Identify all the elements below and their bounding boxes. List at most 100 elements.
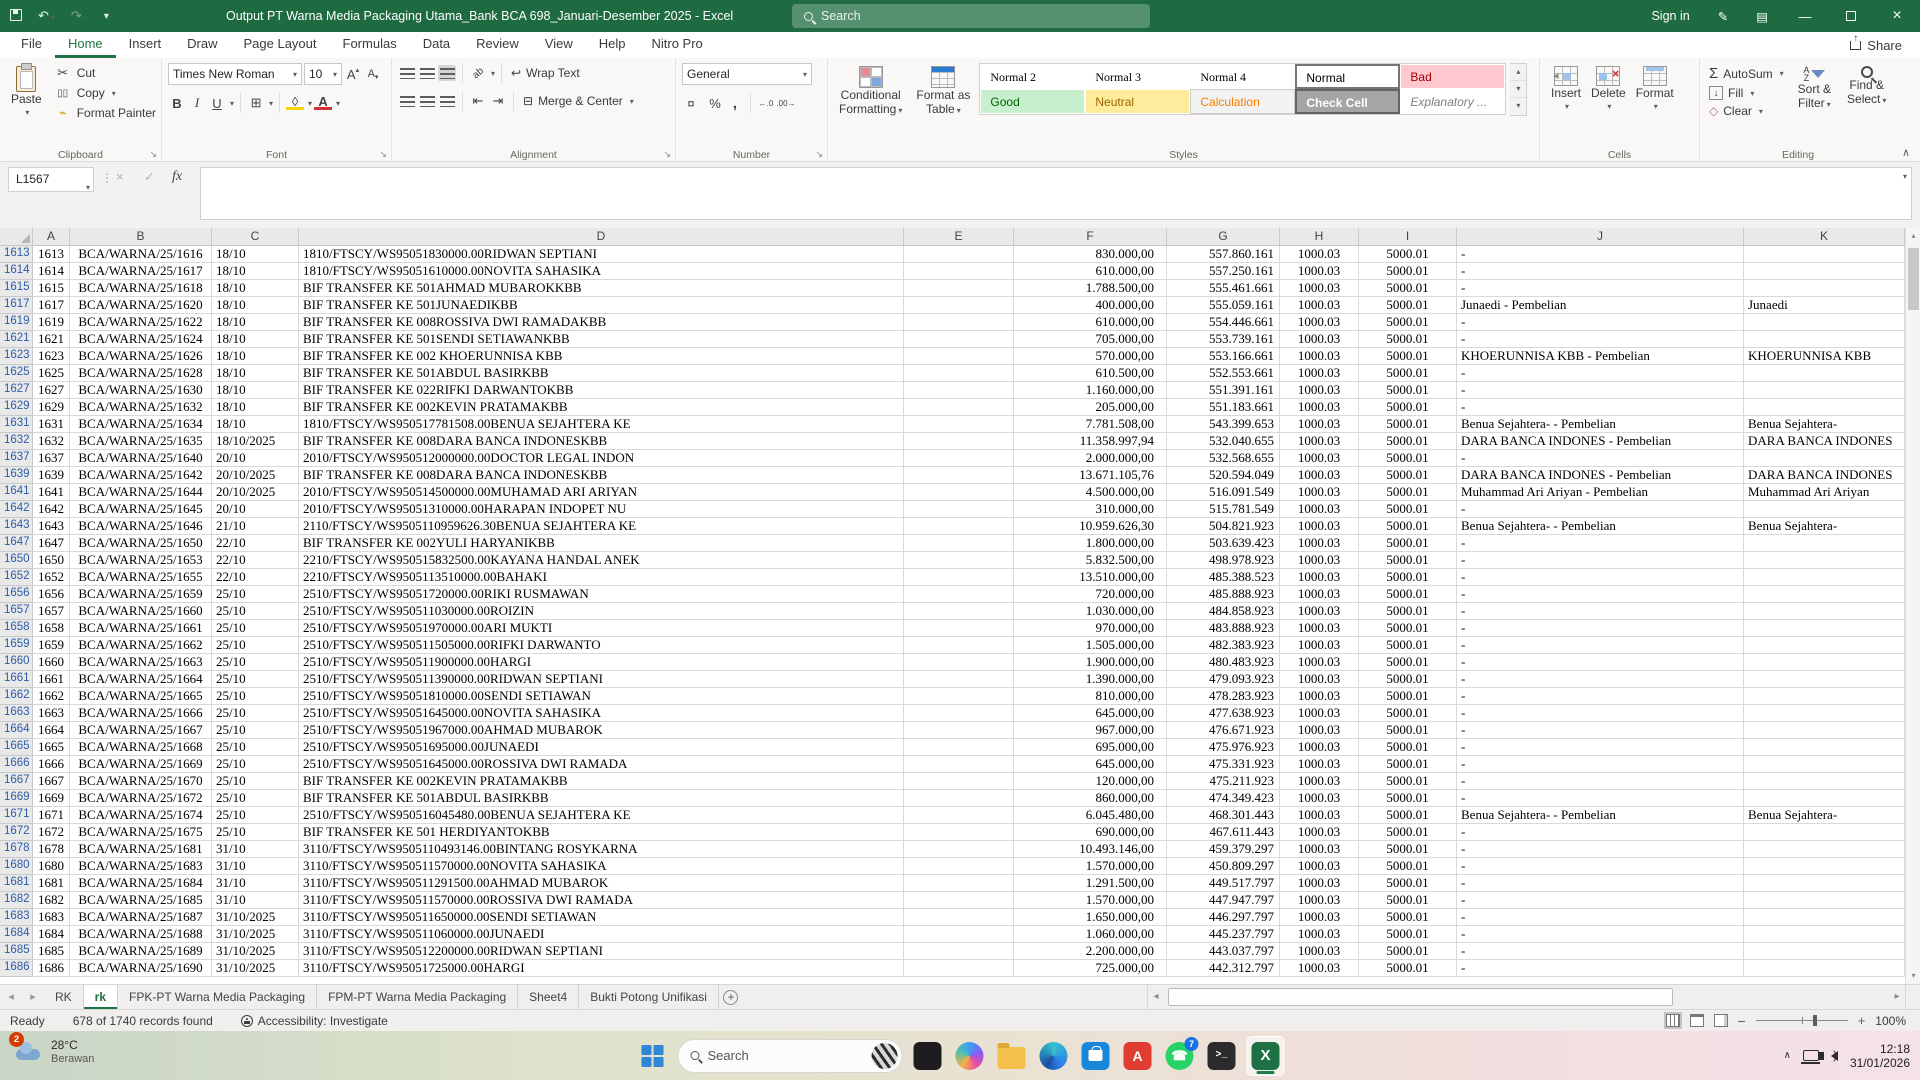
row-header-1647[interactable]: 1647: [0, 535, 33, 552]
cell-D1671[interactable]: 2510/FTSCY/WS950516045480.00BENUA SEJAHT…: [299, 807, 904, 824]
row-header-1627[interactable]: 1627: [0, 382, 33, 399]
cell-K1686[interactable]: [1744, 960, 1905, 977]
cell-C1666[interactable]: 25/10: [212, 756, 299, 773]
cell-G1657[interactable]: 484.858.923: [1167, 603, 1280, 620]
cell-style-bad[interactable]: Bad: [1400, 64, 1505, 89]
taskbar-app-file-explorer[interactable]: [995, 1039, 1029, 1073]
cell-E1667[interactable]: [904, 773, 1014, 790]
cell-E1632[interactable]: [904, 433, 1014, 450]
cell-G1623[interactable]: 553.166.661: [1167, 348, 1280, 365]
cell-H1662[interactable]: 1000.03: [1280, 688, 1359, 705]
cell-G1660[interactable]: 480.483.923: [1167, 654, 1280, 671]
cell-B1619[interactable]: BCA/WARNA/25/1622: [70, 314, 212, 331]
cell-B1639[interactable]: BCA/WARNA/25/1642: [70, 467, 212, 484]
col-header-H[interactable]: H: [1280, 228, 1359, 246]
cell-B1637[interactable]: BCA/WARNA/25/1640: [70, 450, 212, 467]
cell-style-calculation[interactable]: Calculation: [1190, 89, 1295, 114]
cell-G1642[interactable]: 515.781.549: [1167, 501, 1280, 518]
cell-F1641[interactable]: 4.500.000,00: [1014, 484, 1167, 501]
cell-J1684[interactable]: -: [1457, 926, 1744, 943]
cell-K1667[interactable]: [1744, 773, 1905, 790]
cell-F1681[interactable]: 1.291.500,00: [1014, 875, 1167, 892]
col-header-I[interactable]: I: [1359, 228, 1457, 246]
cell-J1650[interactable]: -: [1457, 552, 1744, 569]
cell-F1680[interactable]: 1.570.000,00: [1014, 858, 1167, 875]
cell-C1657[interactable]: 25/10: [212, 603, 299, 620]
minimize-button[interactable]: —: [1782, 0, 1828, 32]
cell-K1627[interactable]: [1744, 382, 1905, 399]
cell-E1637[interactable]: [904, 450, 1014, 467]
cell-I1686[interactable]: 5000.01: [1359, 960, 1457, 977]
cell-I1663[interactable]: 5000.01: [1359, 705, 1457, 722]
cell-J1652[interactable]: -: [1457, 569, 1744, 586]
cell-G1658[interactable]: 483.888.923: [1167, 620, 1280, 637]
cell-E1615[interactable]: [904, 280, 1014, 297]
cell-I1613[interactable]: 5000.01: [1359, 246, 1457, 263]
clipboard-dialog-launcher[interactable]: ↘: [149, 149, 157, 160]
cell-G1631[interactable]: 543.399.653: [1167, 416, 1280, 433]
cell-E1658[interactable]: [904, 620, 1014, 637]
row-header-1615[interactable]: 1615: [0, 280, 33, 297]
cell-G1663[interactable]: 477.638.923: [1167, 705, 1280, 722]
sheet-nav-left-icon[interactable]: ◂: [0, 985, 22, 1009]
cell-H1637[interactable]: 1000.03: [1280, 450, 1359, 467]
cell-F1665[interactable]: 695.000,00: [1014, 739, 1167, 756]
cell-H1658[interactable]: 1000.03: [1280, 620, 1359, 637]
grow-font-button[interactable]: A▴: [344, 66, 362, 82]
gallery-more-icon[interactable]: ▾: [1510, 98, 1526, 115]
cell-J1619[interactable]: -: [1457, 314, 1744, 331]
formula-input[interactable]: ▾: [200, 167, 1912, 220]
cell-style-good[interactable]: Good: [980, 89, 1085, 114]
cell-I1685[interactable]: 5000.01: [1359, 943, 1457, 960]
cell-K1643[interactable]: Benua Sejahtera-: [1744, 518, 1905, 535]
cell-F1683[interactable]: 1.650.000,00: [1014, 909, 1167, 926]
row-header-1643[interactable]: 1643: [0, 518, 33, 535]
network-icon[interactable]: [1803, 1050, 1819, 1061]
cell-C1642[interactable]: 20/10: [212, 501, 299, 518]
cell-G1614[interactable]: 557.250.161: [1167, 263, 1280, 280]
cell-G1632[interactable]: 532.040.655: [1167, 433, 1280, 450]
cell-B1666[interactable]: BCA/WARNA/25/1669: [70, 756, 212, 773]
orientation-icon[interactable]: ab: [466, 61, 490, 85]
cell-A1667[interactable]: 1667: [33, 773, 70, 790]
cell-A1613[interactable]: 1613: [33, 246, 70, 263]
cell-E1681[interactable]: [904, 875, 1014, 892]
font-name-select[interactable]: Times New Roman▾: [168, 63, 302, 85]
cell-F1632[interactable]: 11.358.997,94: [1014, 433, 1167, 450]
cell-B1632[interactable]: BCA/WARNA/25/1635: [70, 433, 212, 450]
cell-E1643[interactable]: [904, 518, 1014, 535]
cell-A1650[interactable]: 1650: [33, 552, 70, 569]
row-header-1680[interactable]: 1680: [0, 858, 33, 875]
cell-H1647[interactable]: 1000.03: [1280, 535, 1359, 552]
cell-D1615[interactable]: BIF TRANSFER KE 501AHMAD MUBAROKKBB: [299, 280, 904, 297]
cell-F1666[interactable]: 645.000,00: [1014, 756, 1167, 773]
cell-J1627[interactable]: -: [1457, 382, 1744, 399]
sort-filter-button[interactable]: AZ Sort & Filter▾: [1793, 63, 1836, 120]
cell-I1642[interactable]: 5000.01: [1359, 501, 1457, 518]
cell-style-normal[interactable]: Normal: [1295, 64, 1400, 89]
cell-E1613[interactable]: [904, 246, 1014, 263]
cell-F1625[interactable]: 610.500,00: [1014, 365, 1167, 382]
zoom-in-icon[interactable]: +: [1858, 1013, 1866, 1028]
cell-A1631[interactable]: 1631: [33, 416, 70, 433]
row-header-1632[interactable]: 1632: [0, 433, 33, 450]
cell-F1642[interactable]: 310.000,00: [1014, 501, 1167, 518]
cell-K1665[interactable]: [1744, 739, 1905, 756]
start-button[interactable]: [636, 1039, 670, 1073]
cell-H1642[interactable]: 1000.03: [1280, 501, 1359, 518]
cell-J1656[interactable]: -: [1457, 586, 1744, 603]
cell-D1637[interactable]: 2010/FTSCY/WS950512000000.00DOCTOR LEGAL…: [299, 450, 904, 467]
row-header-1652[interactable]: 1652: [0, 569, 33, 586]
cell-K1684[interactable]: [1744, 926, 1905, 943]
cell-E1641[interactable]: [904, 484, 1014, 501]
cell-A1637[interactable]: 1637: [33, 450, 70, 467]
taskbar-app-terminal[interactable]: >_: [1205, 1039, 1239, 1073]
cell-I1680[interactable]: 5000.01: [1359, 858, 1457, 875]
row-header-1686[interactable]: 1686: [0, 960, 33, 977]
cell-B1669[interactable]: BCA/WARNA/25/1672: [70, 790, 212, 807]
format-painter-button[interactable]: ⌁Format Painter: [51, 103, 159, 123]
cell-J1671[interactable]: Benua Sejahtera- - Pembelian: [1457, 807, 1744, 824]
cell-K1666[interactable]: [1744, 756, 1905, 773]
cell-G1662[interactable]: 478.283.923: [1167, 688, 1280, 705]
cell-A1682[interactable]: 1682: [33, 892, 70, 909]
